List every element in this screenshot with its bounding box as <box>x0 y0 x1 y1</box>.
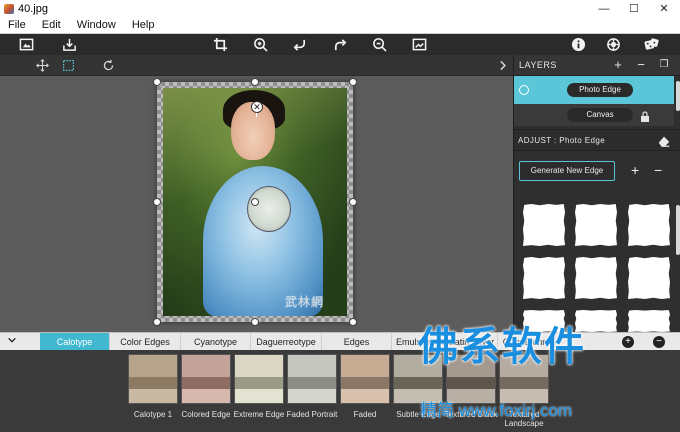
rotate-left-icon[interactable] <box>291 36 308 53</box>
preset-label: Calotype 1 <box>133 410 173 419</box>
resize-handle-r[interactable] <box>349 198 357 206</box>
canvas-area[interactable]: 武林網 ✕ <box>0 76 513 332</box>
preset-label: Colored Edge <box>181 410 231 419</box>
info-icon[interactable] <box>570 36 587 53</box>
layer-row-canvas[interactable]: Canvas <box>514 104 674 126</box>
edge-thumbnail[interactable] <box>523 257 565 299</box>
preset-label: Faded <box>353 410 377 419</box>
preset-label: Faded Portrait <box>286 410 338 419</box>
menu-edit[interactable]: Edit <box>34 19 69 31</box>
edge-thumbnail[interactable] <box>523 204 565 246</box>
resize-handle-tr[interactable] <box>349 78 357 86</box>
image-canvas[interactable]: 武林網 ✕ <box>153 78 357 326</box>
tab-cyanotype[interactable]: Cyanotype <box>181 333 251 351</box>
edge-thumbnail[interactable] <box>575 257 617 299</box>
minimize-button[interactable]: — <box>589 0 619 17</box>
preset-thumbnail <box>340 354 390 404</box>
eraser-icon[interactable] <box>657 134 671 148</box>
maximize-button[interactable]: ☐ <box>619 0 649 17</box>
figure-fan <box>247 186 291 232</box>
preset-thumbnail <box>181 354 231 404</box>
adjust-header: ADJUST : Photo Edge <box>514 129 680 151</box>
layer-row-photo-edge[interactable]: Photo Edge <box>514 76 674 104</box>
crop-icon[interactable] <box>212 36 229 53</box>
preset-item[interactable]: Colored Edge <box>181 354 231 419</box>
generate-new-edge-button[interactable]: Generate New Edge <box>519 161 615 181</box>
layer-name: Canvas <box>567 108 633 122</box>
app-window: 40.jpg — ☐ ✕ File Edit Window Help 武林網 ✕… <box>0 0 680 432</box>
resize-handle-c[interactable] <box>251 198 259 206</box>
layer-name: Photo Edge <box>567 83 633 97</box>
resize-handle-b[interactable] <box>251 318 259 326</box>
menu-help[interactable]: Help <box>124 19 163 31</box>
image-frame-icon[interactable] <box>18 36 35 53</box>
menu-window[interactable]: Window <box>69 19 124 31</box>
close-button[interactable]: ✕ <box>649 0 679 17</box>
preset-thumbnail <box>128 354 178 404</box>
layers-header: LAYERS + − ❐ <box>514 55 680 76</box>
import-icon[interactable] <box>61 36 78 53</box>
tab-color-edges[interactable]: Color Edges <box>110 333 181 351</box>
url-watermark: 精简 www.foxirj.com <box>420 401 573 420</box>
remove-edge-button[interactable]: − <box>654 163 662 177</box>
resize-handle-t[interactable] <box>251 78 259 86</box>
rotate-right-icon[interactable] <box>332 36 349 53</box>
resize-handle-br[interactable] <box>349 318 357 326</box>
preset-thumbnail <box>287 354 337 404</box>
collapse-panel-icon[interactable] <box>495 58 510 73</box>
reset-icon[interactable] <box>101 58 116 73</box>
lock-icon <box>640 109 650 122</box>
select-icon[interactable] <box>61 58 76 73</box>
edge-thumbnail[interactable] <box>628 257 670 299</box>
remove-layer-icon[interactable]: ✕ <box>251 101 263 113</box>
tab-calotype[interactable]: Calotype <box>40 333 110 351</box>
brand-watermark: 佛系软件 <box>418 325 586 369</box>
right-panel: LAYERS + − ❐ Photo Edge Canvas ADJUST : … <box>513 55 680 332</box>
layer-visibility-radio[interactable] <box>519 85 529 95</box>
resize-handle-bl[interactable] <box>153 318 161 326</box>
settings-icon[interactable] <box>605 36 622 53</box>
preset-label: Extreme Edge <box>233 410 285 419</box>
remove-layer-button[interactable]: − <box>634 58 648 72</box>
window-title: 40.jpg <box>18 2 48 15</box>
menu-file[interactable]: File <box>0 19 34 31</box>
add-edge-button[interactable]: + <box>631 163 639 177</box>
layers-title: LAYERS <box>519 60 557 70</box>
adjust-scrollbar[interactable] <box>676 205 680 255</box>
edge-thumbnail[interactable] <box>628 310 670 332</box>
zoom-in-icon[interactable] <box>252 36 269 53</box>
adjust-title: ADJUST : Photo Edge <box>518 135 606 145</box>
tab-edges[interactable]: Edges <box>322 333 392 351</box>
preset-item[interactable]: Extreme Edge <box>234 354 284 419</box>
resize-handle-l[interactable] <box>153 198 161 206</box>
app-icon <box>4 3 14 14</box>
dice-icon[interactable] <box>643 36 660 53</box>
edge-thumbnail[interactable] <box>628 204 670 246</box>
chevron-down-icon[interactable] <box>0 333 24 351</box>
tab-daguerreotype[interactable]: Daguerreotype <box>251 333 322 351</box>
remove-filter-button[interactable]: − <box>653 336 665 348</box>
add-layer-button[interactable]: + <box>611 58 625 72</box>
resize-handle-tl[interactable] <box>153 78 161 86</box>
main-toolbar <box>0 34 680 55</box>
fit-image-icon[interactable] <box>411 36 428 53</box>
layers-scrollbar[interactable] <box>676 81 680 111</box>
menu-bar: File Edit Window Help <box>0 17 680 34</box>
edge-thumbnail[interactable] <box>575 204 617 246</box>
zoom-out-icon[interactable] <box>371 36 388 53</box>
duplicate-layer-icon[interactable]: ❐ <box>657 58 671 72</box>
preset-item[interactable]: Calotype 1 <box>128 354 178 419</box>
preset-item[interactable]: Faded <box>340 354 390 419</box>
preset-item[interactable]: Faded Portrait <box>287 354 337 419</box>
add-filter-button[interactable]: + <box>622 336 634 348</box>
photo-watermark: 武林網 <box>285 295 325 309</box>
move-icon[interactable] <box>35 58 50 73</box>
preset-thumbnail <box>234 354 284 404</box>
canvas-toolbar <box>0 55 513 76</box>
title-bar: 40.jpg — ☐ ✕ <box>0 0 680 17</box>
